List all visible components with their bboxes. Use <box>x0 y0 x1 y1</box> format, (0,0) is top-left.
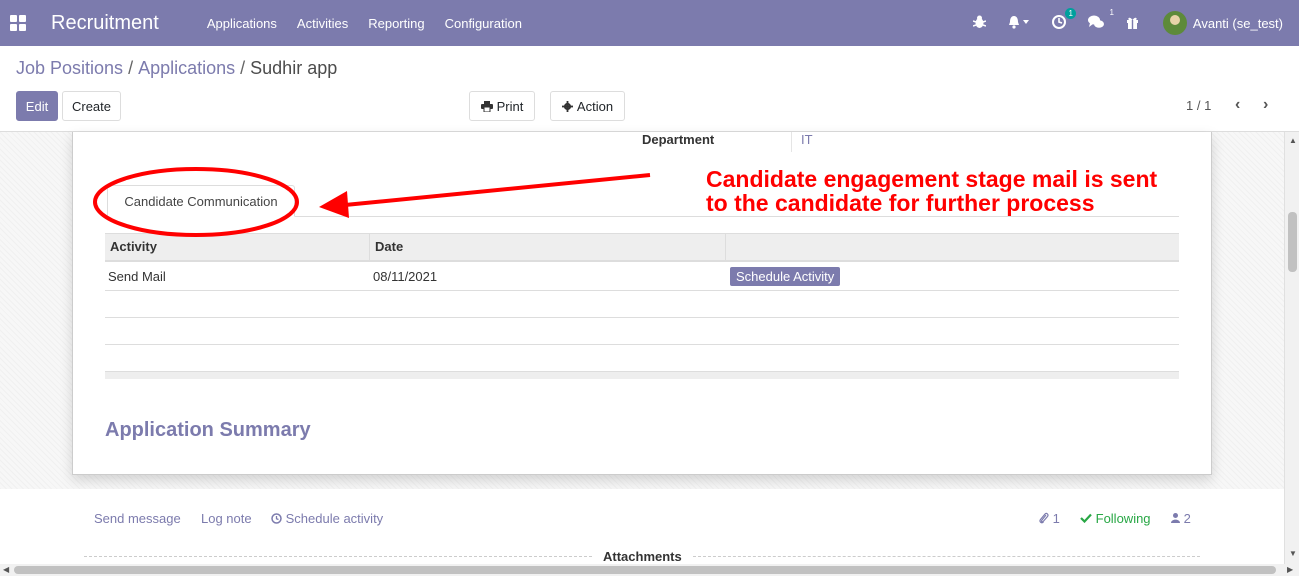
horizontal-scrollbar[interactable]: ◀ ▶ <box>0 564 1299 576</box>
attachments-counter[interactable]: 1 <box>1039 511 1060 526</box>
vertical-scroll-thumb[interactable] <box>1288 212 1297 272</box>
annotation-line-1: Candidate engagement stage mail is sent <box>706 166 1158 192</box>
attachments-heading: Attachments <box>603 549 682 564</box>
paperclip-icon <box>1039 512 1049 524</box>
schedule-activity-label: Schedule activity <box>285 511 384 526</box>
attachments-divider-left <box>84 556 592 557</box>
annotation-text: Candidate engagement stage mail is sent … <box>706 167 1157 215</box>
attachments-divider-right <box>693 556 1200 557</box>
chatter: Send message Log note Schedule activity … <box>0 489 1284 565</box>
check-icon <box>1080 513 1092 524</box>
schedule-activity-link[interactable]: Schedule activity <box>271 511 383 526</box>
following-label: Following <box>1095 511 1151 526</box>
clock-icon <box>271 513 282 524</box>
annotation-arrow-line <box>344 173 651 207</box>
vertical-scrollbar[interactable]: ▲ ▼ <box>1284 132 1299 564</box>
user-icon <box>1171 513 1180 523</box>
send-message-button[interactable]: Send message <box>94 511 181 526</box>
scroll-up-icon[interactable]: ▲ <box>1289 136 1297 145</box>
annotation-ellipse <box>93 167 299 237</box>
annotation-line-2: to the candidate for further process <box>706 190 1095 216</box>
scroll-left-icon[interactable]: ◀ <box>3 565 9 574</box>
log-note-button[interactable]: Log note <box>201 511 252 526</box>
scroll-right-icon[interactable]: ▶ <box>1287 565 1293 574</box>
attachments-count: 1 <box>1052 511 1060 526</box>
annotation-arrow-head <box>319 191 349 218</box>
following-button[interactable]: Following <box>1080 511 1151 526</box>
followers-counter[interactable]: 2 <box>1171 511 1191 526</box>
followers-count: 2 <box>1183 511 1191 526</box>
scroll-down-icon[interactable]: ▼ <box>1289 549 1297 558</box>
horizontal-scroll-thumb[interactable] <box>14 566 1276 574</box>
